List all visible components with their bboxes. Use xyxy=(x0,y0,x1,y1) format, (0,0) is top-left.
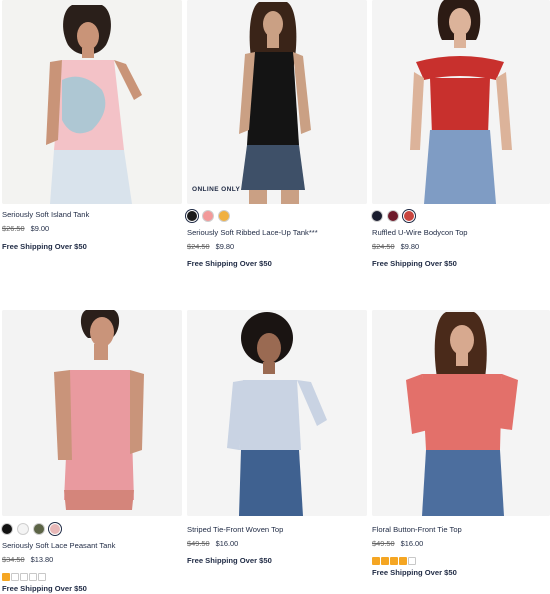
original-price: $34.50 xyxy=(2,555,25,564)
product-card[interactable]: ONLINE ONLY Seriously Soft Ribbed Lace-U… xyxy=(187,0,367,270)
color-swatches xyxy=(187,211,229,221)
sale-price: $16.00 xyxy=(215,539,239,548)
star-icon xyxy=(408,557,416,565)
shipping-note: Free Shipping Over $50 xyxy=(187,259,272,268)
shipping-note: Free Shipping Over $50 xyxy=(187,556,272,565)
product-card[interactable]: Seriously Soft Island Tank $26.50 $9.00 F… xyxy=(2,0,182,260)
product-price: $24.50 $9.80 xyxy=(187,242,234,251)
original-price: $24.50 xyxy=(187,242,210,251)
star-icon xyxy=(381,557,389,565)
product-name[interactable]: Striped Tie-Front Woven Top xyxy=(187,525,283,534)
online-only-badge: ONLINE ONLY xyxy=(192,186,241,193)
product-name[interactable]: Seriously Soft Lace Peasant Tank xyxy=(2,541,115,550)
product-card[interactable]: Seriously Soft Lace Peasant Tank $34.50 $… xyxy=(2,310,182,594)
color-swatches xyxy=(2,524,60,534)
color-swatch[interactable] xyxy=(34,524,44,534)
color-swatch[interactable] xyxy=(388,211,398,221)
product-name[interactable]: Floral Button-Front Tie Top xyxy=(372,525,462,534)
product-name[interactable]: Seriously Soft Island Tank xyxy=(2,210,89,219)
shipping-note: Free Shipping Over $50 xyxy=(372,568,457,577)
star-icon xyxy=(20,573,28,581)
product-price: $34.50 $13.80 xyxy=(2,555,53,564)
product-image[interactable] xyxy=(187,310,367,516)
star-icon xyxy=(372,557,380,565)
product-price: $24.50 $9.80 xyxy=(372,242,419,251)
shipping-note: Free Shipping Over $50 xyxy=(372,259,457,268)
product-card[interactable]: Floral Button-Front Tie Top $49.50 $16.00… xyxy=(372,310,550,590)
shipping-note: Free Shipping Over $50 xyxy=(2,242,87,251)
shipping-note: Free Shipping Over $50 xyxy=(2,584,87,593)
star-icon xyxy=(11,573,19,581)
product-price: $26.50 $9.00 xyxy=(2,224,49,233)
star-icon xyxy=(38,573,46,581)
sale-price: $9.80 xyxy=(400,242,420,251)
color-swatch[interactable] xyxy=(50,524,60,534)
star-icon xyxy=(390,557,398,565)
original-price: $49.50 xyxy=(187,539,210,548)
product-price: $49.50 $16.00 xyxy=(372,539,423,548)
product-image[interactable] xyxy=(372,310,550,516)
color-swatch[interactable] xyxy=(187,211,197,221)
original-price: $26.50 xyxy=(2,224,25,233)
color-swatch[interactable] xyxy=(203,211,213,221)
color-swatch[interactable] xyxy=(372,211,382,221)
star-icon xyxy=(29,573,37,581)
product-name[interactable]: Seriously Soft Ribbed Lace-Up Tank*** xyxy=(187,228,318,237)
sale-price: $13.80 xyxy=(30,555,54,564)
sale-price: $16.00 xyxy=(400,539,424,548)
star-icon xyxy=(399,557,407,565)
star-rating xyxy=(2,573,46,581)
original-price: $24.50 xyxy=(372,242,395,251)
product-image[interactable]: ONLINE ONLY xyxy=(187,0,367,204)
sale-price: $9.80 xyxy=(215,242,235,251)
star-icon xyxy=(2,573,10,581)
color-swatch[interactable] xyxy=(2,524,12,534)
product-price: $49.50 $16.00 xyxy=(187,539,238,548)
color-swatch[interactable] xyxy=(18,524,28,534)
color-swatch[interactable] xyxy=(404,211,414,221)
product-card[interactable]: Ruffled U-Wire Bodycon Top $24.50 $9.80 F… xyxy=(372,0,550,270)
star-rating xyxy=(372,557,416,565)
product-image[interactable] xyxy=(372,0,550,204)
color-swatch[interactable] xyxy=(219,211,229,221)
product-card[interactable]: Striped Tie-Front Woven Top $49.50 $16.00… xyxy=(187,310,367,580)
product-image[interactable] xyxy=(2,310,182,516)
color-swatches xyxy=(372,211,414,221)
product-name[interactable]: Ruffled U-Wire Bodycon Top xyxy=(372,228,468,237)
product-image[interactable] xyxy=(2,0,182,204)
sale-price: $9.00 xyxy=(30,224,50,233)
original-price: $49.50 xyxy=(372,539,395,548)
